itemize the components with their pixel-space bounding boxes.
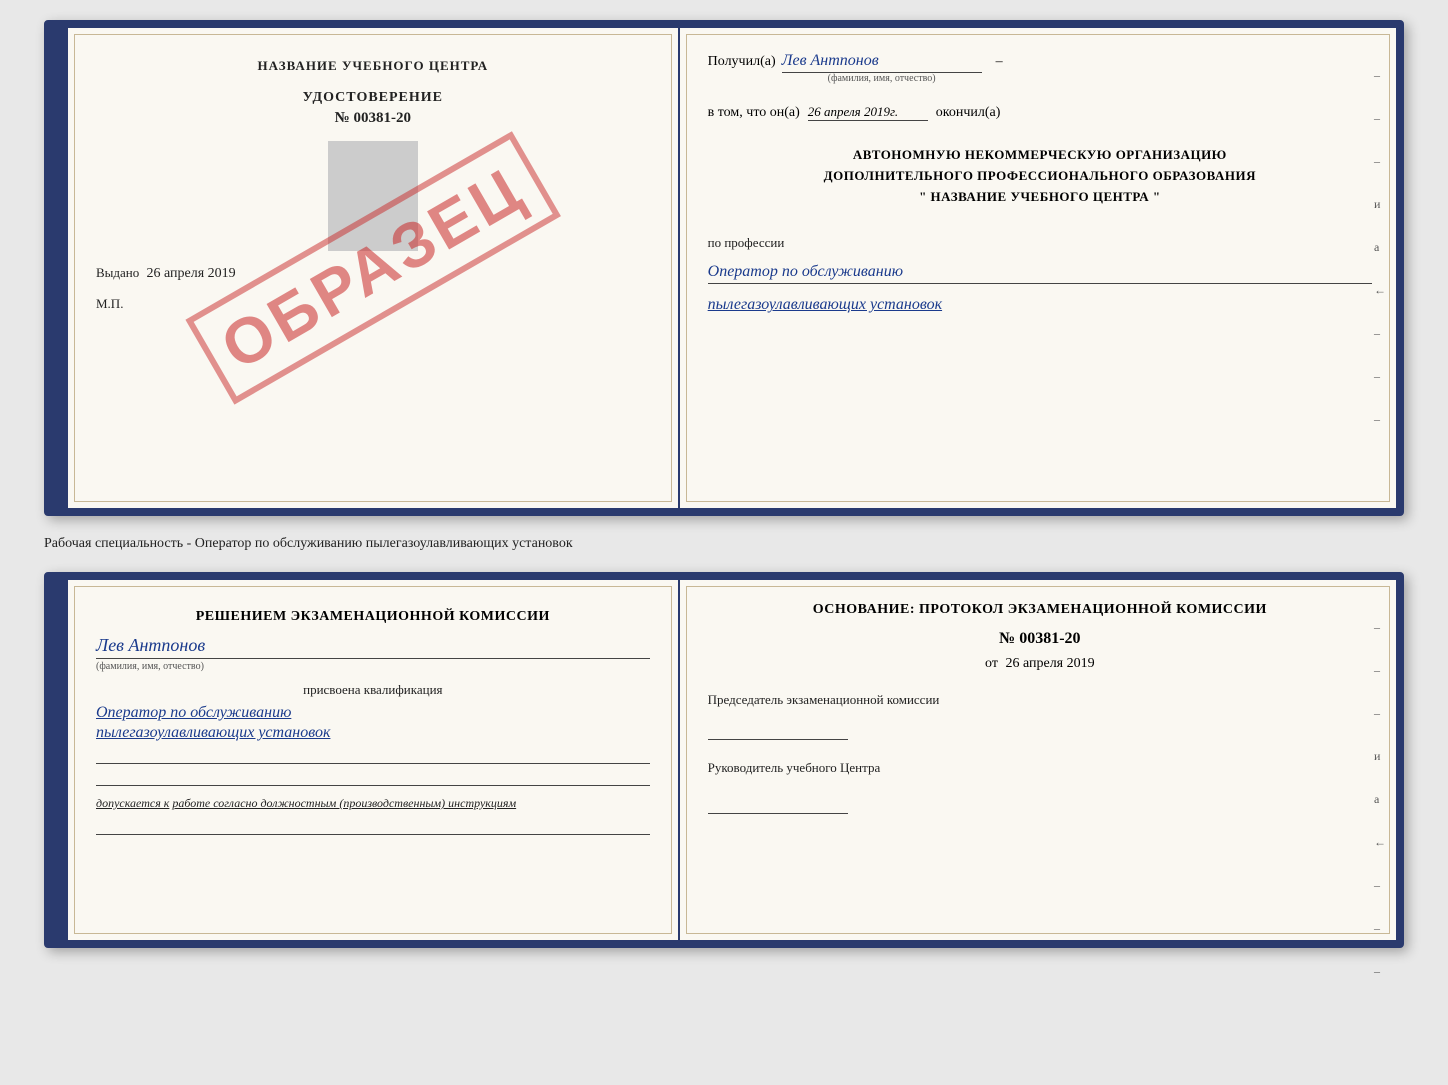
mark-8: –: [1374, 369, 1386, 384]
date-label: в том, что он(а): [708, 105, 800, 121]
bmark-2: –: [1374, 663, 1386, 678]
separator-text: Рабочая специальность - Оператор по обсл…: [44, 532, 1404, 556]
bmark-8: –: [1374, 921, 1386, 936]
допускается-block: допускается к работе согласно должностны…: [96, 796, 650, 811]
qual-value1: Оператор по обслуживанию: [96, 704, 650, 722]
mark-9: –: [1374, 412, 1386, 427]
bmark-7: –: [1374, 878, 1386, 893]
photo-placeholder: [328, 141, 418, 251]
cert-label: УДОСТОВЕРЕНИЕ: [303, 90, 443, 106]
blank-line-3: [96, 819, 650, 835]
person-name-block: Лев Антпонов (фамилия, имя, отчество): [96, 635, 650, 672]
profession-value1: Оператор по обслуживанию: [708, 263, 1372, 284]
person-name: Лев Антпонов: [96, 635, 650, 659]
osnovaniye-text: Основание: протокол экзаменационной коми…: [708, 602, 1372, 618]
bottom-book-spine: [52, 580, 68, 940]
date-value: 26 апреля 2019г.: [808, 104, 928, 121]
top-left-page: НАЗВАНИЕ УЧЕБНОГО ЦЕНТРА УДОСТОВЕРЕНИЕ №…: [68, 28, 680, 508]
left-page-title: НАЗВАНИЕ УЧЕБНОГО ЦЕНТРА: [96, 58, 650, 74]
protocol-number: № 00381-20: [708, 630, 1372, 648]
date-line: в том, что он(а) 26 апреля 2019г. окончи…: [708, 104, 1372, 121]
bmark-3: –: [1374, 706, 1386, 721]
top-document: НАЗВАНИЕ УЧЕБНОГО ЦЕНТРА УДОСТОВЕРЕНИЕ №…: [44, 20, 1404, 516]
recipient-line: Получил(а) Лев Антпонов (фамилия, имя, о…: [708, 52, 1372, 84]
profession-label: по профессии: [708, 235, 1372, 251]
org-name: " НАЗВАНИЕ УЧЕБНОГО ЦЕНТРА ": [708, 187, 1372, 208]
profession-value2: пылегазоулавливающих установок: [708, 296, 1372, 314]
book-spine: [52, 28, 68, 508]
qual-value2: пылегазоулавливающих установок: [96, 724, 650, 742]
mark-2: –: [1374, 111, 1386, 126]
org-line1: АВТОНОМНУЮ НЕКОММЕРЧЕСКУЮ ОРГАНИЗАЦИЮ: [708, 145, 1372, 166]
org-block: АВТОНОМНУЮ НЕКОММЕРЧЕСКУЮ ОРГАНИЗАЦИЮ ДО…: [708, 145, 1372, 207]
recipient-name: Лев Антпонов: [782, 52, 982, 73]
cert-number: № 00381-20: [335, 110, 411, 127]
bottom-right-page: Основание: протокол экзаменационной коми…: [680, 580, 1396, 940]
mark-6: ←: [1374, 283, 1386, 298]
top-right-page: Получил(а) Лев Антпонов (фамилия, имя, о…: [680, 28, 1396, 508]
poluchil-label: Получил(а): [708, 54, 776, 70]
допускается-value: работе согласно должностным (производств…: [172, 796, 516, 810]
chairman-signature-line: [708, 724, 848, 740]
resolution-text: Решением экзаменационной комиссии: [96, 606, 650, 627]
rukovoditel-signature-line: [708, 798, 848, 814]
mark-1: –: [1374, 68, 1386, 83]
mp-label: М.П.: [96, 296, 650, 312]
mark-4: и: [1374, 197, 1386, 212]
blank-line-1: [96, 748, 650, 764]
bottom-document: Решением экзаменационной комиссии Лев Ан…: [44, 572, 1404, 948]
ot-date-line: от 26 апреля 2019: [708, 656, 1372, 672]
fio-caption-top: (фамилия, имя, отчество): [828, 73, 936, 84]
rukovoditel-block: Руководитель учебного Центра: [708, 760, 1372, 814]
допускается-label: допускается к: [96, 796, 169, 810]
bmark-6: ←: [1374, 835, 1386, 850]
mark-3: –: [1374, 154, 1386, 169]
blank-line-2: [96, 770, 650, 786]
bottom-left-page: Решением экзаменационной комиссии Лев Ан…: [68, 580, 680, 940]
okonchil-label: окончил(а): [936, 105, 1001, 121]
ot-label: от: [985, 656, 998, 671]
cert-section: УДОСТОВЕРЕНИЕ № 00381-20: [96, 90, 650, 127]
bmark-4: и: [1374, 749, 1386, 764]
chairman-block: Председатель экзаменационной комиссии: [708, 692, 1372, 740]
mark-7: –: [1374, 326, 1386, 341]
chairman-label: Председатель экзаменационной комиссии: [708, 692, 1372, 708]
ot-date-value: 26 апреля 2019: [1005, 656, 1094, 671]
fio-caption-bottom: (фамилия, имя, отчество): [96, 661, 650, 672]
org-line2: ДОПОЛНИТЕЛЬНОГО ПРОФЕССИОНАЛЬНОГО ОБРАЗО…: [708, 166, 1372, 187]
dash-top: –: [996, 54, 1003, 70]
vydano-label: Выдано: [96, 265, 139, 280]
bmark-9: –: [1374, 964, 1386, 979]
vydano-date: 26 апреля 2019: [147, 266, 236, 281]
bmark-5: а: [1374, 792, 1386, 807]
assigned-qual-label: присвоена квалификация: [96, 682, 650, 698]
margin-marks-bottom: – – – и а ← – – –: [1374, 620, 1386, 979]
mark-5: а: [1374, 240, 1386, 255]
vydano-line: Выдано 26 апреля 2019: [96, 265, 650, 282]
bmark-1: –: [1374, 620, 1386, 635]
rukovoditel-label: Руководитель учебного Центра: [708, 760, 1372, 776]
margin-marks-top: – – – и а ← – – –: [1374, 68, 1386, 427]
